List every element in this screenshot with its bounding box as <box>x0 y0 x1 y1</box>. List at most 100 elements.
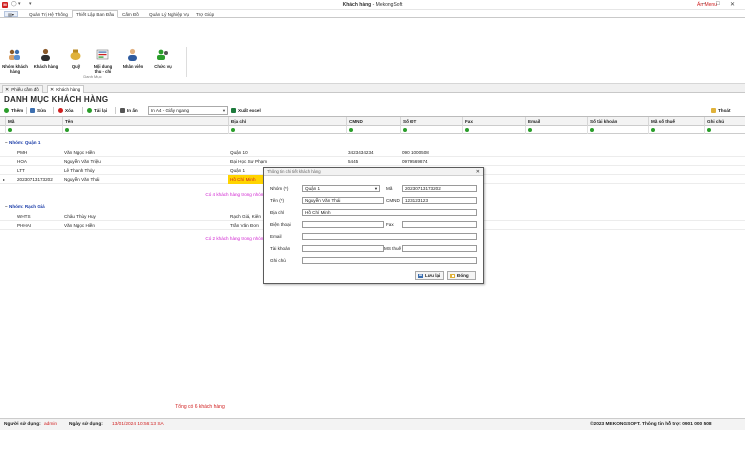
income-expense-icon[interactable] <box>96 48 109 61</box>
doc-tab-phieu-cam-do[interactable]: ✕ Phiếu cầm đồ <box>2 85 43 93</box>
phone-field[interactable] <box>302 221 384 228</box>
cell-ten: Nguyễn Văn Thái <box>64 177 100 182</box>
id-card-field[interactable]: 123123123 <box>402 197 477 204</box>
group-select-value: Quận 1 <box>305 186 321 191</box>
toolbar: Thêm Sửa Xóa Tải lại In ấn In A4 - Giấy … <box>0 105 745 116</box>
edit-icon <box>30 108 35 113</box>
tab-thiet-lap-ban-dau[interactable]: Thiết Lập Ban Đầu <box>72 10 119 18</box>
group-select[interactable]: Quận 1 ▼ <box>302 185 380 192</box>
note-field[interactable] <box>302 257 477 264</box>
filter-cell[interactable] <box>400 126 462 134</box>
chevron-down-icon: ▼ <box>222 108 226 113</box>
filter-cell[interactable] <box>462 126 525 134</box>
cell-ten: Nguyễn Văn Triệu <box>64 159 101 164</box>
exit-button[interactable]: Thoát <box>710 106 733 115</box>
income-expense-button[interactable]: Nội dung thu - chi <box>88 64 118 74</box>
customer-group-icon[interactable] <box>8 48 21 61</box>
close-dialog-button[interactable]: Đóng <box>447 271 476 280</box>
employee-icon[interactable] <box>126 48 139 61</box>
toolbar-separator <box>53 107 54 114</box>
tax-code-field[interactable] <box>402 245 477 252</box>
cell-ten: Lê Thanh Thủy <box>64 168 95 173</box>
save-button[interactable]: Lưu lại <box>415 271 444 280</box>
hide-menu-link[interactable]: Ẩn Menu <box>697 2 717 8</box>
reload-label: Tải lại <box>94 108 108 113</box>
tab-tro-giup[interactable]: Trợ Giúp <box>192 10 218 18</box>
employee-button[interactable]: Nhân viên <box>118 64 148 69</box>
delete-button[interactable]: Xóa <box>57 106 75 115</box>
customer-group-button[interactable]: Nhóm khách hàng <box>2 64 28 74</box>
filter-cell[interactable] <box>648 126 704 134</box>
table-row[interactable]: HOA Nguyễn Văn Triệu Đại Học Sư Phạm 544… <box>0 157 745 166</box>
delete-label: Xóa <box>65 108 74 113</box>
doc-tab-label: Khách hàng <box>56 87 81 92</box>
reload-icon <box>87 108 92 113</box>
edit-button[interactable]: Sửa <box>29 106 48 115</box>
date-value: 13/01/2024 10:56:13 SA <box>112 422 164 427</box>
doc-tab-khach-hang[interactable]: ✕ Khách hàng <box>47 85 85 93</box>
close-tab-icon[interactable]: ✕ <box>5 87 9 93</box>
position-button[interactable]: Chức vụ <box>149 64 177 69</box>
column-header-so-tai-khoan[interactable]: Số tài khoản <box>587 117 648 126</box>
window-title-main: Khách hàng <box>342 2 372 8</box>
column-header-ten[interactable]: Tên <box>62 117 228 126</box>
tab-cam-do[interactable]: Cấm Đồ <box>118 10 143 18</box>
cell-ten: Châu Thùy Huy <box>64 214 96 219</box>
fax-field[interactable] <box>402 221 477 228</box>
fund-icon[interactable] <box>69 48 82 61</box>
paper-size-select[interactable]: In A4 - Giấy ngang ▼ <box>148 106 228 115</box>
filter-icon <box>65 128 69 132</box>
column-header-so-dt[interactable]: Số ĐT <box>400 117 462 126</box>
fund-button[interactable]: Quỹ <box>62 64 90 69</box>
column-header-ma[interactable]: Mã <box>5 117 62 126</box>
column-header-cmnd[interactable]: CMND <box>346 117 400 126</box>
filter-cell[interactable] <box>346 126 400 134</box>
label-cmnd: CMND <box>386 198 400 203</box>
column-header-dia-chi[interactable]: Địa chỉ <box>228 117 346 126</box>
maximize-icon[interactable]: □ <box>716 1 720 7</box>
chevron-down-icon: ▼ <box>374 186 378 191</box>
address-field[interactable]: Hồ Chí Minh <box>302 209 477 216</box>
table-row[interactable]: PMH Văn Ngọc Hiền Quận 10 3423434234 090… <box>0 148 745 157</box>
label-ma: Mã <box>386 186 393 191</box>
position-icon[interactable] <box>156 48 169 61</box>
group-row-quan-1[interactable]: –Nhóm: Quận 1 <box>0 139 745 147</box>
export-excel-button[interactable]: Xuất excel <box>230 106 263 115</box>
filter-cell[interactable] <box>5 126 62 134</box>
filter-cell[interactable] <box>704 126 745 134</box>
column-header-email[interactable]: Email <box>525 117 587 126</box>
cell-so-dt: 0979569874 <box>402 159 428 164</box>
filter-icon <box>231 128 235 132</box>
customer-button[interactable]: Khách hàng <box>32 64 60 69</box>
close-tab-icon[interactable]: ✕ <box>50 87 54 93</box>
code-field[interactable]: 20230713173202 <box>402 185 477 192</box>
filter-cell[interactable] <box>228 126 346 134</box>
name-field[interactable]: Nguyễn Văn Thái <box>302 197 384 204</box>
cell-cmnd: 5445 <box>348 159 359 164</box>
column-header-ghi-chu[interactable]: Ghi chú <box>704 117 745 126</box>
minimize-icon[interactable]: – <box>702 1 705 7</box>
column-header-ma-so-thue[interactable]: Mã số thuế <box>648 117 704 126</box>
customer-icon[interactable] <box>39 48 52 61</box>
account-field[interactable] <box>302 245 384 252</box>
filter-cell[interactable] <box>587 126 648 134</box>
close-window-icon[interactable]: ✕ <box>730 1 735 8</box>
add-button[interactable]: Thêm <box>3 106 25 115</box>
cell-ten: Văn Ngọc Hiền <box>64 223 95 228</box>
user-value: admin <box>44 422 58 427</box>
tab-quan-ly-nghiep-vu[interactable]: Quản Lý Nghiệp Vụ <box>145 10 193 18</box>
label-dien-thoai: Điện thoại <box>270 222 291 227</box>
cell-dia-chi-active[interactable]: Hồ Chí Minh <box>228 175 264 184</box>
column-header-fax[interactable]: Fax <box>462 117 525 126</box>
tab-quan-tri-he-thong[interactable]: Quản Trị Hệ Thống <box>25 10 72 18</box>
document-tabs: ✕ Phiếu cầm đồ ✕ Khách hàng <box>0 84 745 93</box>
filter-cell[interactable] <box>62 126 228 134</box>
exit-icon <box>711 108 716 113</box>
print-button[interactable]: In ấn <box>119 106 140 115</box>
filter-icon <box>8 128 12 132</box>
filter-cell[interactable] <box>525 126 587 134</box>
reload-button[interactable]: Tải lại <box>86 106 109 115</box>
dialog-close-icon[interactable]: ✕ <box>476 168 480 176</box>
email-field[interactable] <box>302 233 477 240</box>
file-menu-button[interactable]: ▤▾ <box>4 11 18 17</box>
